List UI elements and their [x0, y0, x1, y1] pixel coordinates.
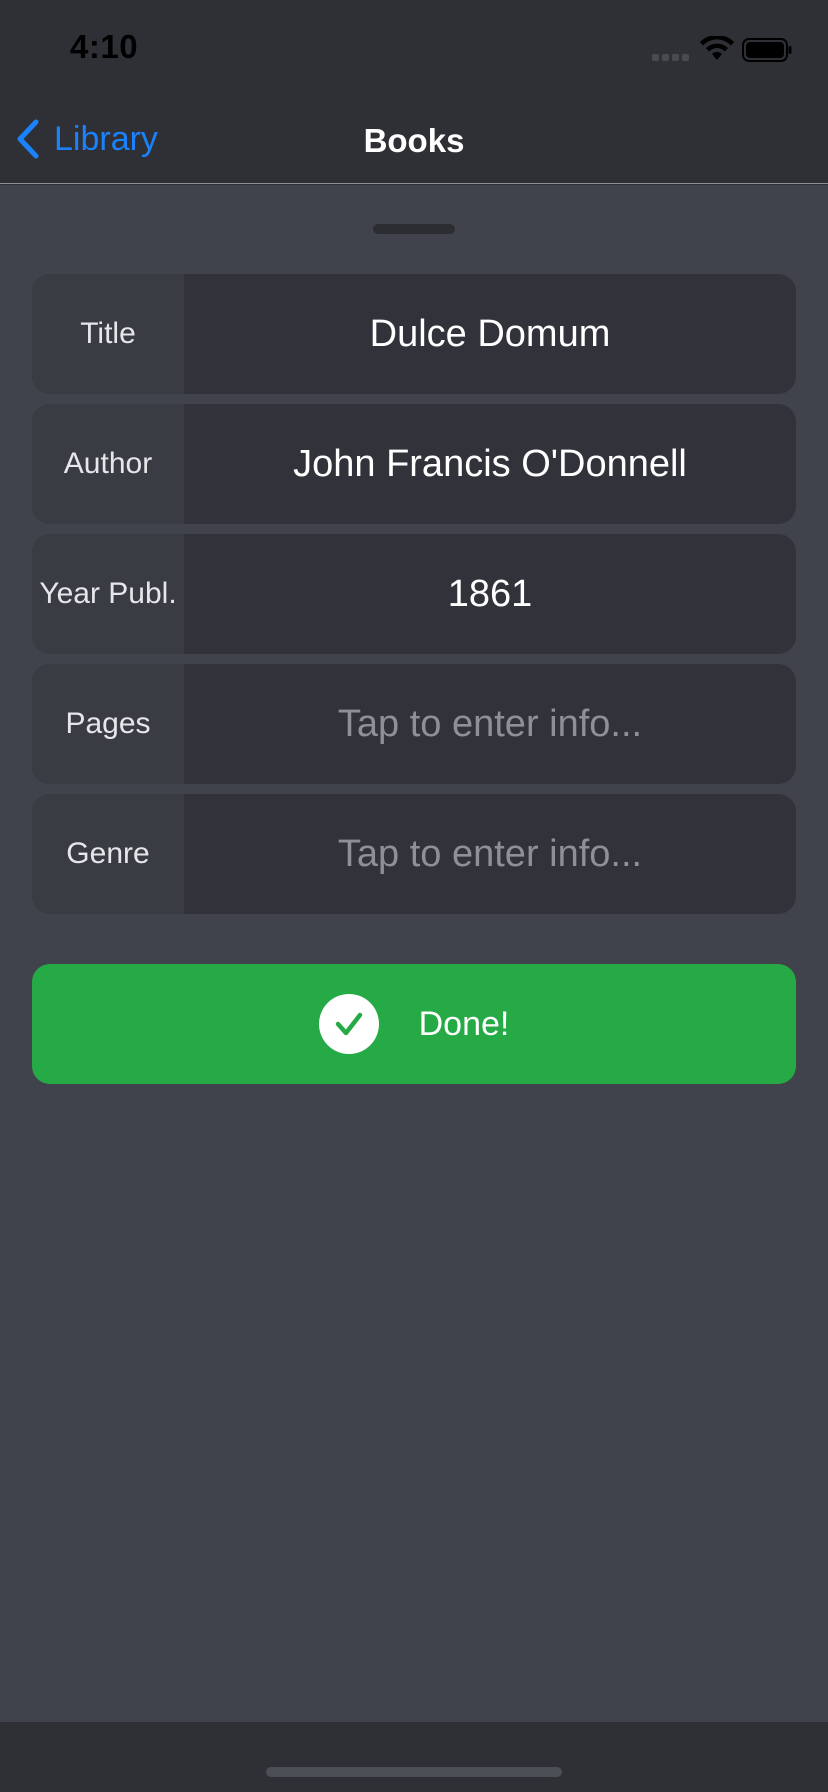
- done-button[interactable]: Done!: [32, 964, 796, 1084]
- genre-field-row: Genre Tap to enter info...: [32, 794, 796, 914]
- screen: 4:10 Library Books Title Dulce Domum Aut…: [0, 0, 828, 1792]
- wifi-icon: [700, 36, 734, 60]
- title-field-label: Title: [32, 274, 184, 394]
- done-button-label: Done!: [418, 1004, 510, 1043]
- genre-field-label: Genre: [32, 794, 184, 914]
- checkmark-circle-icon: [318, 994, 379, 1054]
- year-published-field[interactable]: 1861: [184, 534, 796, 654]
- title-field[interactable]: Dulce Domum: [184, 274, 796, 394]
- author-field[interactable]: John Francis O'Donnell: [184, 404, 796, 524]
- cellular-signal-icon: [652, 54, 692, 62]
- pages-field-row: Pages Tap to enter info...: [32, 664, 796, 784]
- sheet-grabber[interactable]: [373, 224, 455, 234]
- title-field-row: Title Dulce Domum: [32, 274, 796, 394]
- page-title: Books: [363, 122, 465, 159]
- status-time: 4:10: [70, 28, 139, 65]
- author-field-row: Author John Francis O'Donnell: [32, 404, 796, 524]
- home-indicator[interactable]: [266, 1767, 562, 1777]
- status-bar: 4:10: [0, 0, 828, 94]
- author-field-label: Author: [32, 404, 184, 524]
- edit-book-sheet: Title Dulce Domum Author John Francis O'…: [0, 185, 828, 1722]
- pages-field-label: Pages: [32, 664, 184, 784]
- year-field-row: Year Publ. 1861: [32, 534, 796, 654]
- home-indicator-area: [0, 1722, 828, 1792]
- genre-field[interactable]: Tap to enter info...: [184, 794, 796, 914]
- year-field-label: Year Publ.: [32, 534, 184, 654]
- pages-field[interactable]: Tap to enter info...: [184, 664, 796, 784]
- navigation-bar: Library Books: [0, 94, 828, 184]
- battery-icon: [742, 38, 792, 62]
